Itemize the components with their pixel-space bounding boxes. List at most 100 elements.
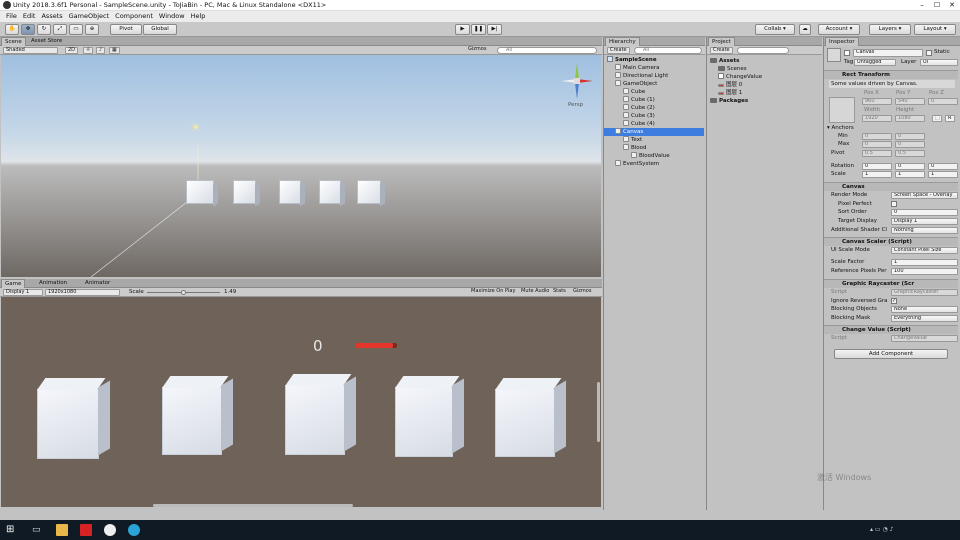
- account-dropdown[interactable]: Account ▾: [818, 24, 860, 35]
- rotation-z-field[interactable]: 0: [928, 163, 958, 170]
- hierarchy-item[interactable]: Cube (1): [604, 96, 704, 104]
- edge-browser-icon[interactable]: [128, 524, 140, 536]
- project-item[interactable]: 图层 0: [707, 81, 807, 89]
- project-item[interactable]: ChangeValue: [707, 73, 807, 81]
- layers-dropdown[interactable]: Layers ▾: [869, 24, 911, 35]
- play-button[interactable]: ▶: [455, 24, 470, 35]
- app-icon[interactable]: [80, 524, 92, 536]
- blocking-mask-dropdown[interactable]: Everything: [891, 315, 958, 322]
- scene-cube-3[interactable]: [319, 180, 341, 204]
- anchor-min-x-field[interactable]: 0: [862, 133, 892, 140]
- rotation-y-field[interactable]: 0: [895, 163, 925, 170]
- tab-scene[interactable]: Scene: [1, 37, 26, 46]
- tab-project[interactable]: Project: [708, 37, 735, 46]
- hierarchy-item[interactable]: Text: [604, 136, 704, 144]
- posz-field[interactable]: 0: [928, 98, 958, 105]
- game-viewport[interactable]: 0: [1, 297, 601, 507]
- tab-asset-store[interactable]: Asset Store: [28, 37, 65, 46]
- lighting-icon[interactable]: ☼: [83, 47, 94, 54]
- blocking-objects-dropdown[interactable]: None: [891, 306, 958, 313]
- tab-inspector[interactable]: Inspector: [825, 37, 859, 46]
- close-icon[interactable]: ✕: [945, 0, 959, 11]
- posx-field[interactable]: 960: [862, 98, 892, 105]
- menu-assets[interactable]: Assets: [41, 11, 62, 22]
- project-item[interactable]: 图层 1: [707, 89, 807, 97]
- menu-edit[interactable]: Edit: [23, 11, 36, 22]
- global-toggle[interactable]: Global: [143, 24, 177, 35]
- anchor-preset-button[interactable]: [829, 97, 855, 123]
- hierarchy-item[interactable]: SampleScene: [604, 56, 704, 64]
- file-explorer-icon[interactable]: [56, 524, 68, 536]
- pixel-perfect-checkbox[interactable]: [891, 201, 897, 207]
- rect-tool-icon[interactable]: ▭: [69, 24, 83, 35]
- task-view-icon[interactable]: ▭: [32, 524, 44, 536]
- rotation-x-field[interactable]: 0: [862, 163, 892, 170]
- unity-taskbar-icon[interactable]: [104, 524, 116, 536]
- scale-x-field[interactable]: 1: [862, 171, 892, 178]
- scene-orientation-gizmo[interactable]: [559, 61, 599, 101]
- posy-field[interactable]: 540: [895, 98, 925, 105]
- scene-cube-2[interactable]: [279, 180, 301, 204]
- directional-light-icon[interactable]: ☀: [190, 121, 202, 136]
- menu-window[interactable]: Window: [159, 11, 185, 22]
- scene-cube-4[interactable]: [357, 180, 381, 204]
- change-script-field[interactable]: ChangeValue: [891, 335, 958, 342]
- pivot-x-field[interactable]: 0.5: [862, 150, 892, 157]
- 2d-toggle[interactable]: 2D: [65, 47, 79, 54]
- project-item[interactable]: Assets: [707, 57, 807, 65]
- project-search-input[interactable]: [737, 47, 789, 54]
- raw-edit-button[interactable]: R: [945, 115, 955, 122]
- horizontal-scrollbar[interactable]: [153, 504, 353, 507]
- scale-tool-icon[interactable]: ⤢: [53, 24, 67, 35]
- effects-icon[interactable]: ▦: [109, 47, 120, 54]
- hierarchy-item[interactable]: Main Camera: [604, 64, 704, 72]
- hierarchy-search-input[interactable]: All: [634, 47, 702, 54]
- minimize-icon[interactable]: –: [915, 0, 929, 11]
- hierarchy-item[interactable]: Blood: [604, 144, 704, 152]
- layer-dropdown[interactable]: UI: [920, 59, 958, 66]
- static-checkbox[interactable]: [926, 50, 932, 56]
- collab-button[interactable]: Collab ▾: [755, 24, 795, 35]
- windows-start-icon[interactable]: ⊞: [6, 524, 18, 536]
- scale-y-field[interactable]: 1: [895, 171, 925, 178]
- change-value-header[interactable]: Change Value (Script): [824, 325, 958, 334]
- pivot-toggle[interactable]: Pivot: [110, 24, 142, 35]
- resolution-dropdown[interactable]: 1920x1080: [45, 289, 120, 296]
- project-item[interactable]: Packages: [707, 97, 807, 105]
- menu-gameobject[interactable]: GameObject: [69, 11, 110, 22]
- hierarchy-item[interactable]: Cube: [604, 88, 704, 96]
- render-mode-dropdown[interactable]: Screen Space - Overlay: [891, 192, 958, 199]
- scene-viewport[interactable]: ☀ Persp: [1, 55, 601, 277]
- pause-button[interactable]: ❚❚: [471, 24, 486, 35]
- target-display-dropdown[interactable]: Display 1: [891, 218, 958, 225]
- project-create-dropdown[interactable]: Create: [710, 47, 733, 54]
- canvas-component-header[interactable]: Canvas: [824, 182, 958, 191]
- cloud-icon[interactable]: ☁: [799, 24, 811, 35]
- hierarchy-item[interactable]: BloodValue: [604, 152, 704, 160]
- scene-search-input[interactable]: All: [497, 47, 597, 54]
- system-tray[interactable]: ▴ ▭ ◔ ♪: [870, 524, 920, 536]
- add-component-button[interactable]: Add Component: [834, 349, 948, 359]
- maximize-icon[interactable]: ☐: [930, 0, 944, 11]
- hierarchy-item[interactable]: Canvas: [604, 128, 704, 136]
- hierarchy-item[interactable]: Cube (3): [604, 112, 704, 120]
- hierarchy-item[interactable]: Cube (2): [604, 104, 704, 112]
- maximize-on-play-toggle[interactable]: Maximize On Play: [469, 289, 517, 296]
- move-tool-icon[interactable]: ✥: [21, 24, 35, 35]
- canvas-scaler-header[interactable]: Canvas Scaler (Script): [824, 237, 958, 246]
- scene-cube[interactable]: [186, 180, 214, 204]
- hand-tool-icon[interactable]: ✋: [5, 24, 19, 35]
- menu-help[interactable]: Help: [191, 11, 206, 22]
- anchor-min-y-field[interactable]: 0: [895, 133, 925, 140]
- tag-dropdown[interactable]: Untagged: [854, 59, 896, 66]
- scale-factor-field[interactable]: 1: [891, 259, 958, 266]
- tab-game[interactable]: Game: [1, 279, 26, 288]
- blueprint-mode-button[interactable]: ⬚: [932, 115, 942, 122]
- step-button[interactable]: ▶|: [487, 24, 502, 35]
- menu-component[interactable]: Component: [115, 11, 153, 22]
- project-item[interactable]: Scenes: [707, 65, 807, 73]
- additional-shader-dropdown[interactable]: Nothing: [891, 227, 958, 234]
- mute-audio-toggle[interactable]: Mute Audio: [519, 289, 551, 296]
- raycaster-script-field[interactable]: GraphicRaycaster: [891, 289, 958, 296]
- menu-file[interactable]: File: [6, 11, 17, 22]
